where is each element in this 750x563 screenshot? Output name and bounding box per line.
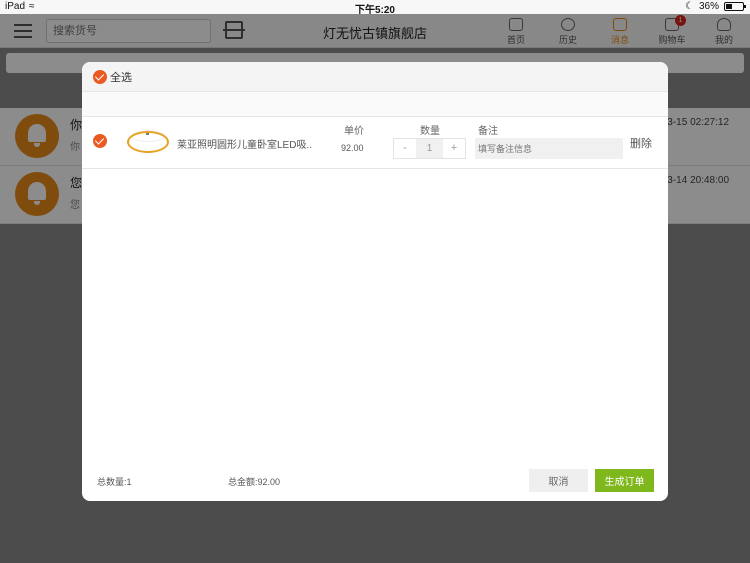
note-column-label: 备注 (478, 126, 498, 137)
total-quantity: 总数量:1 (97, 477, 132, 487)
price-column-label: 单价 (344, 126, 364, 137)
delete-button[interactable]: 删除 (630, 135, 652, 151)
note-input[interactable] (475, 138, 623, 159)
moon-icon: ☾ (685, 1, 694, 12)
cart-item-row: 莱亚照明圆形儿童卧室LED吸... 单价 数量 备注 92.00 - 1 + 删… (82, 117, 668, 169)
quantity-column-label: 数量 (420, 126, 440, 137)
status-bar: iPad ≈ 下午5:20 ☾ 36% (0, 0, 750, 16)
select-all-checkbox[interactable] (93, 70, 107, 84)
quantity-value[interactable]: 1 (416, 139, 443, 158)
cancel-button[interactable]: 取消 (529, 469, 588, 492)
modal-header: 全选 (82, 62, 668, 92)
total-amount: 总金额:92.00 (228, 477, 281, 487)
item-checkbox[interactable] (93, 134, 107, 148)
order-modal: 全选 莱亚照明圆形儿童卧室LED吸... 单价 数量 备注 92.00 - 1 … (82, 62, 668, 501)
increment-button[interactable]: + (443, 139, 465, 158)
quantity-stepper: - 1 + (393, 138, 466, 159)
divider (82, 92, 668, 117)
battery-percent: 36% (698, 1, 719, 12)
create-order-button[interactable]: 生成订单 (595, 469, 654, 492)
select-all-label[interactable]: 全选 (110, 69, 132, 85)
unit-price: 92.00 (341, 143, 364, 153)
product-name: 莱亚照明圆形儿童卧室LED吸... (177, 140, 312, 151)
modal-footer: 总数量:1 总金额:92.00 取消 生成订单 (82, 461, 668, 501)
product-image (126, 126, 170, 154)
battery-icon (724, 2, 746, 11)
decrement-button[interactable]: - (394, 139, 416, 158)
